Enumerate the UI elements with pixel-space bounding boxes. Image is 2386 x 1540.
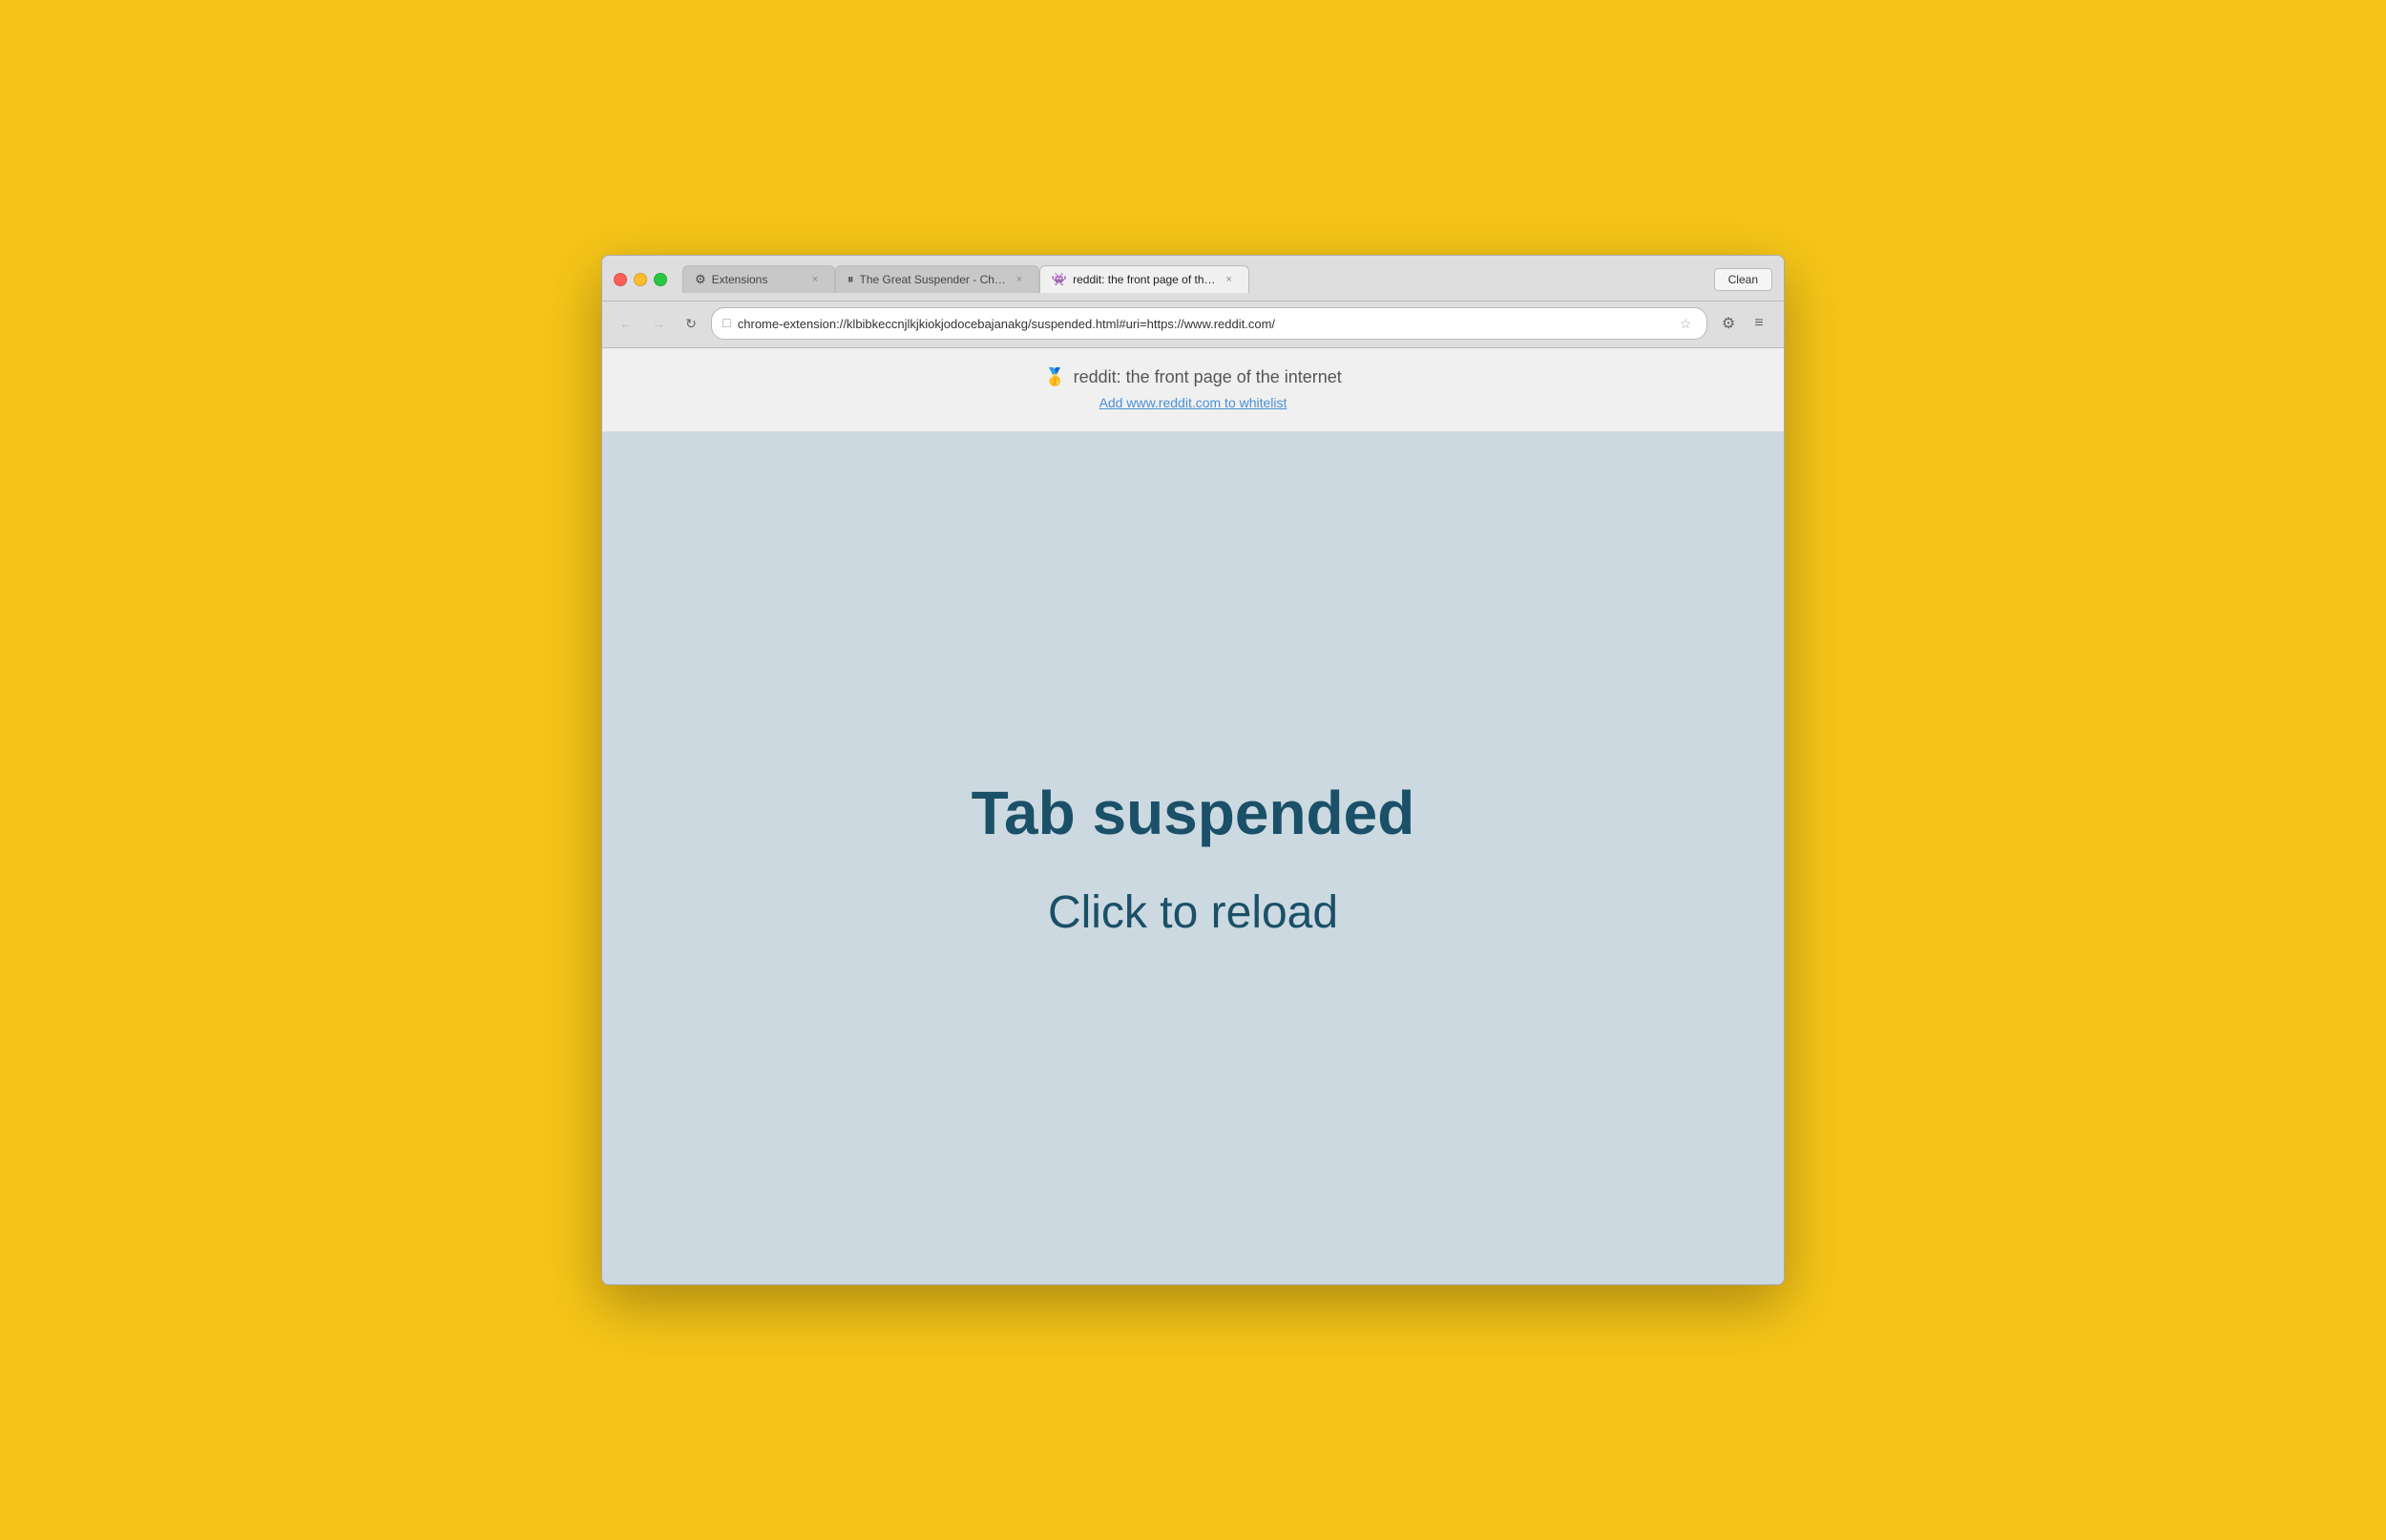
close-button[interactable] — [614, 273, 627, 286]
address-url: chrome-extension://klbibkeccnjlkjkiokjod… — [738, 317, 1668, 331]
minimize-button[interactable] — [634, 273, 647, 286]
tab-extensions[interactable]: ⚙ Extensions × — [682, 265, 835, 293]
extensions-toolbar-icon[interactable]: ⚙ — [1715, 310, 1742, 337]
address-bar[interactable]: ☐ chrome-extension://klbibkeccnjlkjkiokj… — [711, 307, 1707, 340]
toolbar-buttons: ⚙ ≡ — [1715, 310, 1772, 337]
tab-extensions-label: Extensions — [712, 273, 802, 286]
great-suspender-tab-icon: ⏸ — [848, 272, 854, 287]
traffic-lights — [614, 273, 667, 286]
tabs-row: ⚙ Extensions × ⏸ The Great Suspender - C… — [682, 265, 1714, 293]
extensions-tab-icon: ⚙ — [695, 272, 706, 287]
menu-button[interactable]: ≡ — [1746, 310, 1772, 337]
forward-button[interactable]: → — [646, 311, 671, 336]
tab-reddit-close[interactable]: × — [1222, 272, 1237, 287]
back-button[interactable]: ← — [614, 311, 638, 336]
address-security-icon: ☐ — [722, 317, 732, 330]
new-tab-button[interactable] — [1249, 281, 1402, 293]
reload-button[interactable]: ↻ — [679, 311, 703, 336]
tab-great-suspender[interactable]: ⏸ The Great Suspender - Ch… × — [835, 265, 1039, 293]
site-title-text: reddit: the front page of the internet — [1074, 367, 1342, 387]
title-bar: ⚙ Extensions × ⏸ The Great Suspender - C… — [602, 256, 1784, 302]
clean-button[interactable]: Clean — [1714, 268, 1772, 291]
bookmark-star-icon[interactable]: ☆ — [1674, 312, 1697, 335]
site-title-row: 🥇 reddit: the front page of the internet — [621, 367, 1765, 387]
tab-reddit-label: reddit: the front page of th… — [1073, 273, 1215, 286]
tab-extensions-close[interactable]: × — [807, 272, 823, 287]
click-to-reload-text: Click to reload — [1048, 886, 1338, 939]
tab-great-suspender-close[interactable]: × — [1012, 272, 1027, 287]
suspended-body[interactable]: Tab suspended Click to reload — [602, 432, 1784, 1284]
omnibox-row: ← → ↻ ☐ chrome-extension://klbibkeccnjlk… — [602, 302, 1784, 348]
browser-window: ⚙ Extensions × ⏸ The Great Suspender - C… — [601, 255, 1785, 1285]
whitelist-link[interactable]: Add www.reddit.com to whitelist — [1099, 395, 1287, 410]
maximize-button[interactable] — [654, 273, 667, 286]
suspended-header: 🥇 reddit: the front page of the internet… — [602, 348, 1784, 432]
tab-reddit[interactable]: 👾 reddit: the front page of th… × — [1039, 265, 1249, 293]
reddit-icon: 🥇 — [1044, 367, 1065, 387]
suspended-title: Tab suspended — [972, 778, 1415, 848]
title-bar-top: ⚙ Extensions × ⏸ The Great Suspender - C… — [614, 265, 1772, 293]
tab-great-suspender-label: The Great Suspender - Ch… — [860, 273, 1006, 286]
page-content: 🥇 reddit: the front page of the internet… — [602, 348, 1784, 1284]
reddit-tab-icon: 👾 — [1052, 272, 1067, 287]
